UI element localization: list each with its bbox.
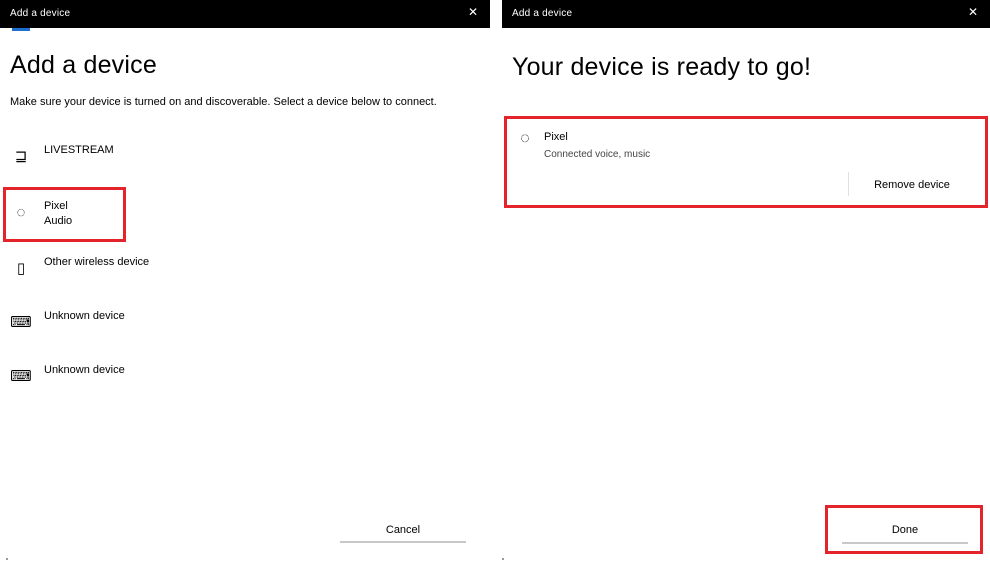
device-item-livestream[interactable]: ⊒ LIVESTREAM — [6, 140, 306, 176]
accent-bar — [12, 28, 30, 31]
title-bar: Add a device ✕ — [0, 0, 490, 28]
resize-grip — [6, 558, 8, 560]
highlight-box-done — [825, 505, 983, 554]
add-device-dialog: Add a device ✕ Add a device Make sure yo… — [0, 0, 490, 564]
device-name: Unknown device — [44, 310, 125, 322]
page-title: Add a device — [10, 51, 157, 79]
highlight-box-pixel — [3, 187, 126, 242]
close-icon[interactable]: ✕ — [468, 5, 478, 19]
close-icon[interactable]: ✕ — [968, 5, 978, 19]
window-title: Add a device — [512, 8, 573, 19]
device-ready-dialog: Add a device ✕ Your device is ready to g… — [502, 0, 990, 564]
device-name: LIVESTREAM — [44, 144, 114, 156]
monitor-icon: ⊒ — [14, 148, 28, 165]
window-title: Add a device — [10, 8, 71, 19]
device-name: Other wireless device — [44, 256, 150, 268]
resize-grip — [502, 558, 504, 560]
keyboard-icon: ⌨ — [10, 368, 32, 385]
device-name: Unknown device — [44, 364, 125, 376]
device-item-other[interactable]: ▯ Other wireless device — [6, 252, 306, 288]
cancel-button[interactable]: Cancel — [340, 519, 466, 543]
instructions-text: Make sure your device is turned on and d… — [10, 96, 437, 108]
title-bar: Add a device ✕ — [502, 0, 990, 28]
device-item-unknown-1[interactable]: ⌨ Unknown device — [6, 306, 306, 342]
keyboard-icon: ⌨ — [10, 314, 32, 331]
device-item-unknown-2[interactable]: ⌨ Unknown device — [6, 360, 306, 396]
generic-device-icon: ▯ — [16, 260, 26, 277]
page-title: Your device is ready to go! — [512, 53, 812, 81]
highlight-box-device-card — [504, 116, 988, 208]
